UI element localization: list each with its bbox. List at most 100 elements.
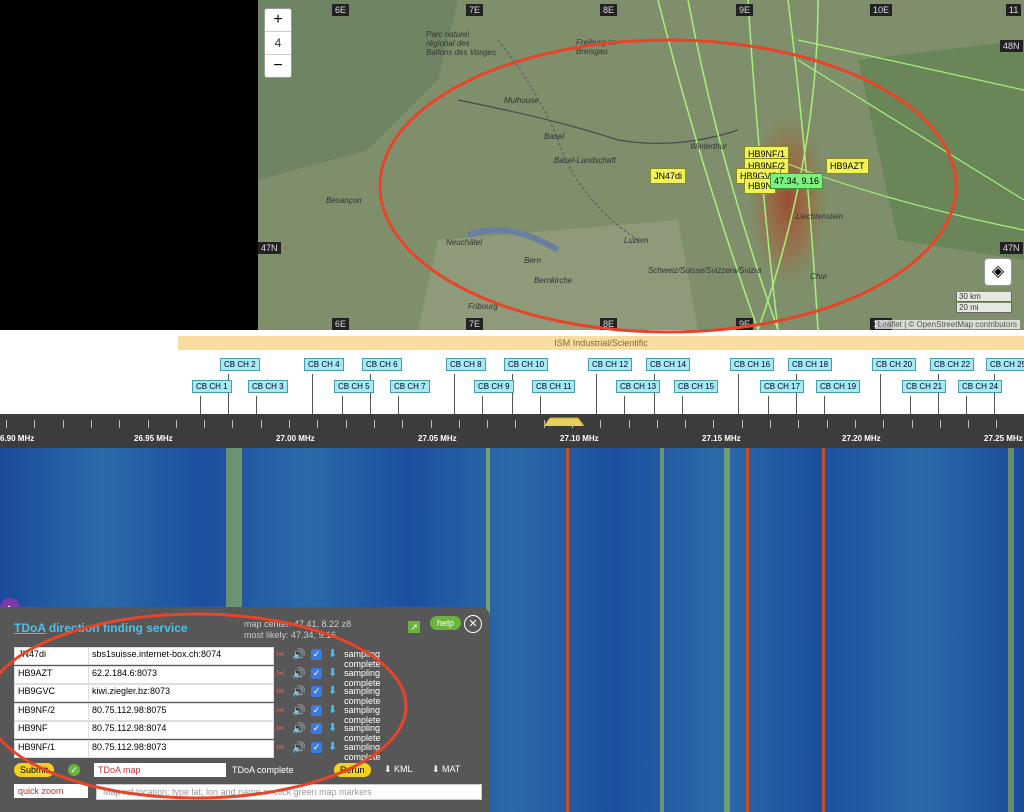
speaker-icon[interactable]: 🔊 xyxy=(292,667,306,680)
station-status: sampling complete xyxy=(344,704,381,725)
channel-label[interactable]: CB CH 22 xyxy=(930,358,975,371)
quick-zoom-select[interactable]: quick zoom xyxy=(14,784,88,798)
place-label: Basel-Landschaft xyxy=(554,156,616,165)
grid-label: 48N xyxy=(1000,40,1023,52)
channel-label[interactable]: CB CH 24 xyxy=(958,380,1003,393)
channel-label[interactable]: CB CH 2 xyxy=(220,358,260,371)
station-checkbox[interactable]: ✓ xyxy=(311,649,322,660)
channel-label[interactable]: CB CH 7 xyxy=(390,380,430,393)
channel-label[interactable]: CB CH 25 xyxy=(986,358,1024,371)
scale-tick xyxy=(204,420,205,428)
channel-label[interactable]: CB CH 8 xyxy=(446,358,486,371)
channel-label[interactable]: CB CH 4 xyxy=(304,358,344,371)
zoom-out-button[interactable]: − xyxy=(265,55,291,77)
most-likely-marker[interactable]: 47.34, 9.16 xyxy=(770,173,824,189)
channel-label[interactable]: CB CH 14 xyxy=(646,358,691,371)
band-bar[interactable]: ISM Industrial/Scientific xyxy=(178,336,1024,350)
station-checkbox[interactable]: ✓ xyxy=(311,741,322,753)
station-url-input[interactable]: 80.75.112.98:8075 xyxy=(88,702,274,721)
close-button[interactable]: ✕ xyxy=(464,615,482,633)
station-url-input[interactable]: kiwi.ziegler.bz:8073 xyxy=(88,684,274,702)
station-name-input[interactable]: HB9NF/2 xyxy=(14,702,90,721)
channel-label[interactable]: CB CH 19 xyxy=(816,380,861,393)
rerun-button[interactable]: Rerun xyxy=(334,763,371,777)
scissors-icon[interactable]: ✂ xyxy=(276,704,285,717)
station-checkbox[interactable]: ✓ xyxy=(311,704,322,716)
channel-marker-line xyxy=(540,396,541,414)
channel-label[interactable]: CB CH 5 xyxy=(334,380,374,393)
station-marker[interactable]: HB9AZT xyxy=(826,158,869,174)
speaker-icon[interactable]: 🔊 xyxy=(292,722,306,735)
station-checkbox[interactable]: ✓ xyxy=(311,723,322,734)
scissors-icon[interactable]: ✂ xyxy=(276,741,285,754)
download-icon[interactable]: ⬇ xyxy=(328,740,337,753)
download-icon[interactable]: ⬇ xyxy=(328,647,337,660)
channel-marker-line xyxy=(966,396,967,414)
station-checkbox[interactable]: ✓ xyxy=(311,667,322,679)
channel-label[interactable]: CB CH 11 xyxy=(532,380,576,393)
station-checkbox[interactable]: ✓ xyxy=(311,686,322,697)
scale-tick xyxy=(374,420,375,428)
external-link-icon[interactable]: ↗ xyxy=(408,621,420,633)
channel-label[interactable]: CB CH 21 xyxy=(902,380,947,393)
speaker-icon[interactable]: 🔊 xyxy=(292,648,306,661)
scissors-icon[interactable]: ✂ xyxy=(276,667,285,680)
freq-label: 27.10 MHz xyxy=(560,434,599,443)
channel-label[interactable]: CB CH 18 xyxy=(788,358,833,371)
download-icon[interactable]: ⬇ xyxy=(328,684,337,697)
channel-label[interactable]: CB CH 12 xyxy=(588,358,633,371)
channel-label[interactable]: CB CH 15 xyxy=(674,380,719,393)
scissors-icon[interactable]: ✂ xyxy=(276,685,285,698)
map-type-select[interactable]: TDoA map xyxy=(94,763,226,777)
speaker-icon[interactable]: 🔊 xyxy=(292,741,306,754)
download-icon[interactable]: ⬇ xyxy=(328,703,337,716)
place-label: Bernkirche xyxy=(534,276,573,285)
speaker-icon[interactable]: 🔊 xyxy=(292,685,306,698)
mat-download[interactable]: ⬇ MAT xyxy=(432,764,460,775)
channel-label[interactable]: CB CH 13 xyxy=(616,380,661,393)
channel-label[interactable]: CB CH 10 xyxy=(504,358,549,371)
speaker-icon[interactable]: 🔊 xyxy=(292,704,306,717)
map-center: map center: 47.41, 8.22 z8 xyxy=(244,619,352,629)
station-name-input[interactable]: HB9GVC xyxy=(14,684,90,702)
grid-label: 9E xyxy=(736,4,754,16)
scale-tick xyxy=(34,420,35,428)
channel-label[interactable]: CB CH 3 xyxy=(248,380,288,393)
channel-label[interactable]: CB CH 16 xyxy=(730,358,775,371)
station-name-input[interactable]: HB9NF/1 xyxy=(14,739,90,758)
zoom-in-button[interactable]: + xyxy=(265,9,291,31)
station-name-input[interactable]: HB9NF xyxy=(14,721,90,739)
layers-button[interactable]: ◈ xyxy=(984,258,1012,286)
station-url-input[interactable]: 80.75.112.98:8074 xyxy=(88,721,274,739)
scissors-icon[interactable]: ✂ xyxy=(276,648,285,661)
station-url-input[interactable]: sbs1suisse.internet-box.ch:8074 xyxy=(88,647,274,665)
place-label: Winterthur xyxy=(690,142,727,151)
download-icon[interactable]: ⬇ xyxy=(328,721,337,734)
station-url-input[interactable]: 80.75.112.98:8073 xyxy=(88,739,274,758)
scale-tick xyxy=(63,420,64,428)
tdoa-map[interactable]: 6E 7E 8E 9E 10E 11 6E 7E 8E 9E 10E 48N 4… xyxy=(258,0,1024,330)
freq-label: 27.20 MHz xyxy=(842,434,881,443)
scissors-icon[interactable]: ✂ xyxy=(276,722,285,735)
station-marker[interactable]: JN47di xyxy=(650,168,687,184)
passband-marker[interactable] xyxy=(542,416,586,426)
station-name-input[interactable]: HB9AZT xyxy=(14,665,90,684)
submit-button[interactable]: Submit xyxy=(14,763,55,777)
station-name-input[interactable]: JN47di xyxy=(14,647,90,665)
channel-label[interactable]: CB CH 20 xyxy=(872,358,917,371)
tdoa-link[interactable]: TDoA xyxy=(14,621,46,635)
channel-label[interactable]: CB CH 6 xyxy=(362,358,402,371)
channel-label[interactable]: CB CH 1 xyxy=(192,380,232,393)
location-input[interactable]: Map ref location: type lat, lon and name… xyxy=(96,784,482,800)
station-url-input[interactable]: 62.2.184.6:8073 xyxy=(88,665,274,684)
scale-tick xyxy=(713,420,714,428)
download-icon[interactable]: ⬇ xyxy=(328,666,337,679)
most-likely[interactable]: most likely: 47.34, 9.16 xyxy=(244,630,351,641)
scale-tick xyxy=(600,420,601,428)
band-left xyxy=(0,336,178,350)
channel-label[interactable]: CB CH 17 xyxy=(760,380,805,393)
frequency-scale[interactable]: 6.90 MHz 26.95 MHz 27.00 MHz 27.05 MHz 2… xyxy=(0,414,1024,448)
help-button[interactable]: help xyxy=(430,616,462,630)
kml-download[interactable]: ⬇ KML xyxy=(384,764,413,775)
channel-label[interactable]: CB CH 9 xyxy=(474,380,514,393)
